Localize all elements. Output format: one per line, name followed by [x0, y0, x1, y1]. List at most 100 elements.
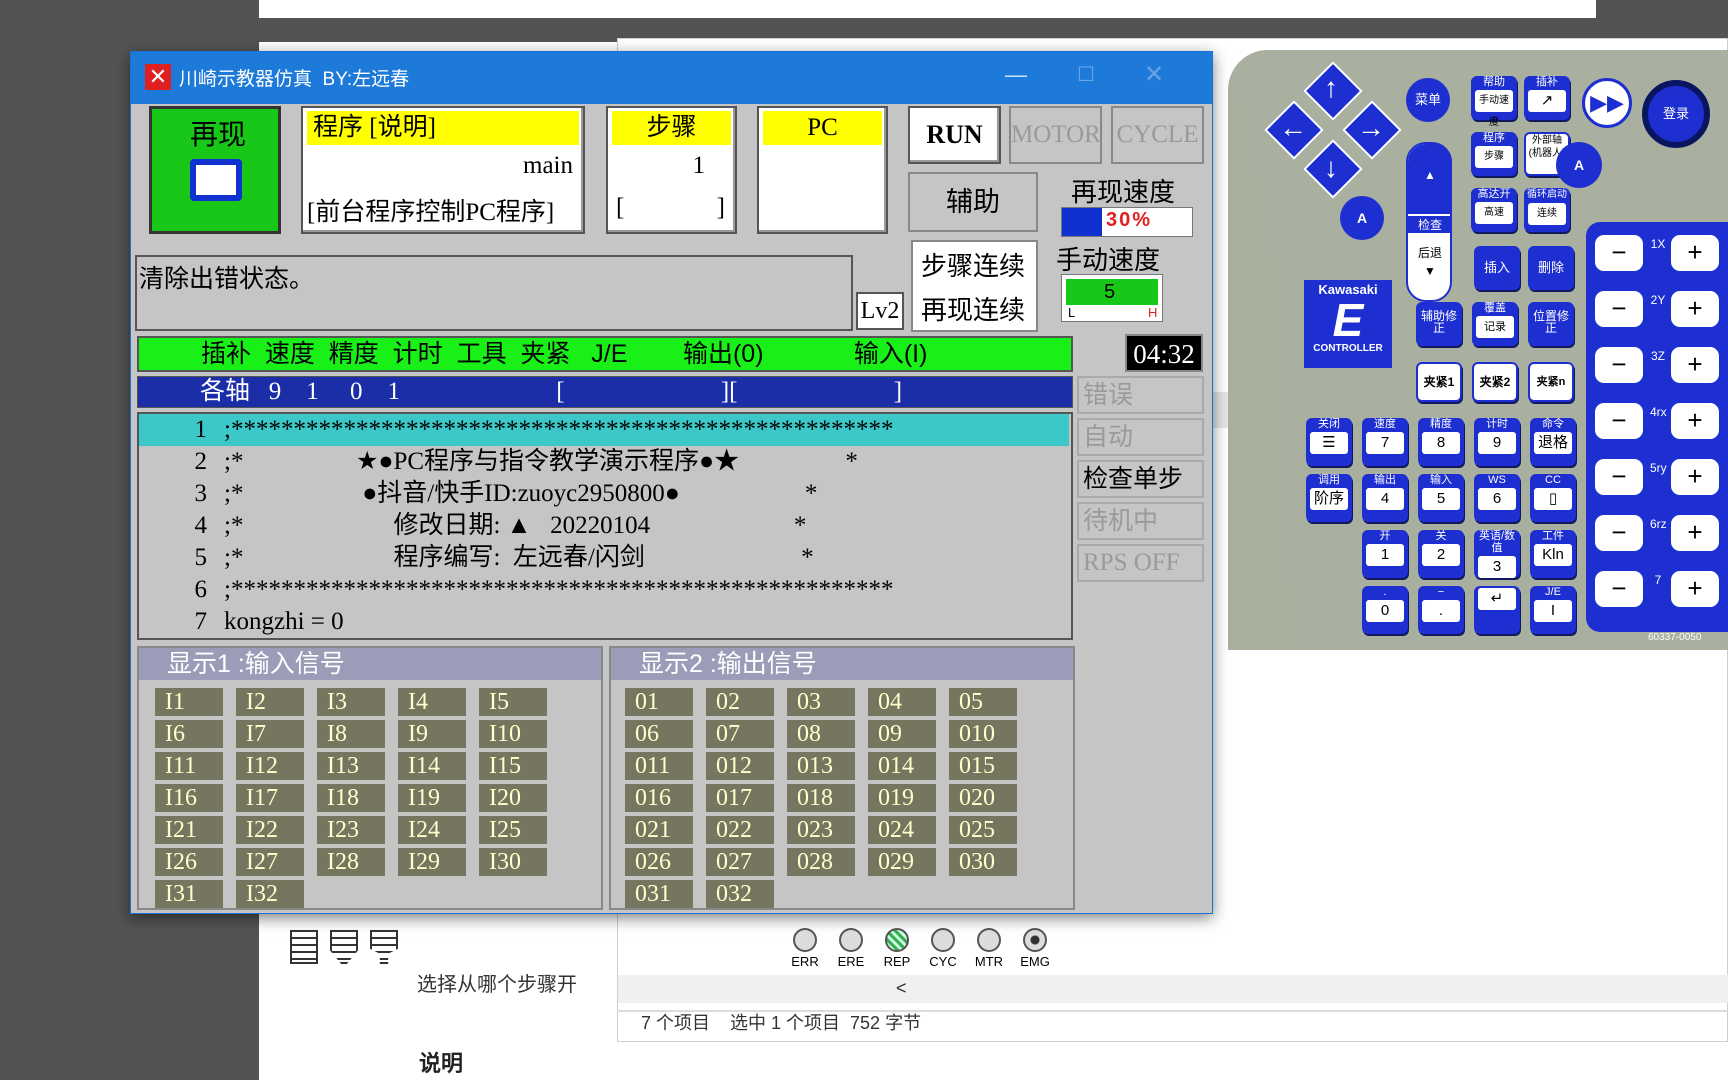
numpad-key-8[interactable]: WS 6 — [1474, 474, 1520, 522]
manual-speed-gauge[interactable]: 5 L H — [1061, 274, 1163, 322]
input-signal-3[interactable]: I3 — [317, 688, 385, 716]
axis-5-minus-button[interactable]: − — [1592, 456, 1646, 498]
output-signal-18[interactable]: 018 — [787, 784, 855, 812]
output-signal-8[interactable]: 08 — [787, 720, 855, 748]
input-signal-31[interactable]: I31 — [155, 880, 223, 908]
output-signal-32[interactable]: 032 — [706, 880, 774, 908]
explorer-scrollbar[interactable]: < — [618, 975, 1728, 1003]
output-signal-30[interactable]: 030 — [949, 848, 1017, 876]
program-step-button[interactable]: 程序 步骤 — [1471, 132, 1517, 176]
axis-2-minus-button[interactable]: − — [1592, 288, 1646, 330]
output-signal-10[interactable]: 010 — [949, 720, 1017, 748]
output-signal-13[interactable]: 013 — [787, 752, 855, 780]
delete-button[interactable]: 删除 — [1528, 246, 1574, 290]
output-signal-2[interactable]: 02 — [706, 688, 774, 716]
title-bar[interactable]: ✕ 川崎示教器仿真 BY:左远春 — ☐ ✕ — [131, 52, 1212, 104]
output-signal-23[interactable]: 023 — [787, 816, 855, 844]
status-standby[interactable]: 待机中 — [1077, 502, 1204, 540]
input-signal-13[interactable]: I13 — [317, 752, 385, 780]
input-signal-8[interactable]: I8 — [317, 720, 385, 748]
a-button-right[interactable]: A — [1556, 142, 1602, 188]
input-signal-30[interactable]: I30 — [479, 848, 547, 876]
continuous-mode-panel[interactable]: 步骤连续 再现连续 — [911, 240, 1038, 332]
run-button[interactable]: RUN — [908, 106, 1001, 164]
login-button[interactable]: 登录 — [1642, 80, 1710, 148]
output-signal-3[interactable]: 03 — [787, 688, 855, 716]
interpolation-button[interactable]: 插补 ↗ — [1524, 76, 1570, 120]
program-listing[interactable]: 1 ;**************************************… — [137, 412, 1073, 640]
forward-check-back-rocker[interactable]: 前进 ▲ 检查 后退 ▼ — [1406, 142, 1452, 302]
output-signal-28[interactable]: 028 — [787, 848, 855, 876]
status-error[interactable]: 错误 — [1077, 376, 1204, 414]
clamp-2-button[interactable]: 夹紧2 — [1472, 362, 1518, 402]
output-signal-6[interactable]: 06 — [625, 720, 693, 748]
input-signal-11[interactable]: I11 — [155, 752, 223, 780]
program-panel[interactable]: 程序 [说明] main [前台程序控制PC程序] — [301, 106, 585, 234]
input-signal-23[interactable]: I23 — [317, 816, 385, 844]
axis-1-plus-button[interactable]: + — [1668, 232, 1722, 274]
program-line-6[interactable]: 6 ;**************************************… — [139, 574, 1069, 606]
numpad-key-15[interactable]: −. — [1418, 586, 1464, 634]
axis-4-minus-button[interactable]: − — [1592, 400, 1646, 442]
menu-button[interactable]: 菜单 — [1406, 78, 1450, 122]
program-line-5[interactable]: 5 ;* 程序编写: 左远春/闪剑 * — [139, 542, 1069, 574]
overwrite-record-button[interactable]: 覆盖 记录 — [1472, 302, 1518, 346]
numpad-key-16[interactable]: ↵ — [1474, 586, 1520, 634]
output-signal-12[interactable]: 012 — [706, 752, 774, 780]
axis-3-minus-button[interactable]: − — [1592, 344, 1646, 386]
input-signal-4[interactable]: I4 — [398, 688, 466, 716]
program-line-4[interactable]: 4 ;* 修改日期: ▲ 20220104 * — [139, 510, 1069, 542]
insert-button[interactable]: 插入 — [1474, 246, 1520, 290]
replay-speed-gauge[interactable]: 30% — [1061, 207, 1193, 237]
input-signal-26[interactable]: I26 — [155, 848, 223, 876]
numpad-key-12[interactable]: 英语/数值 3 — [1474, 530, 1520, 578]
numpad-key-1[interactable]: 速度 7 — [1362, 418, 1408, 466]
output-signal-15[interactable]: 015 — [949, 752, 1017, 780]
status-check-single-step[interactable]: 检查单步 — [1077, 460, 1204, 498]
output-signal-20[interactable]: 020 — [949, 784, 1017, 812]
output-signal-1[interactable]: 01 — [625, 688, 693, 716]
input-signal-29[interactable]: I29 — [398, 848, 466, 876]
output-signal-11[interactable]: 011 — [625, 752, 693, 780]
axis-7-minus-button[interactable]: − — [1592, 568, 1646, 610]
axis-6-minus-button[interactable]: − — [1592, 512, 1646, 554]
output-signal-31[interactable]: 031 — [625, 880, 693, 908]
maximize-button[interactable]: ☐ — [1071, 62, 1101, 92]
scroll-left-arrow-icon[interactable]: < — [896, 978, 907, 999]
window-layout-icon[interactable] — [290, 930, 318, 964]
output-signal-24[interactable]: 024 — [868, 816, 936, 844]
numpad-key-3[interactable]: 计时 9 — [1474, 418, 1520, 466]
output-signal-22[interactable]: 022 — [706, 816, 774, 844]
input-signal-24[interactable]: I24 — [398, 816, 466, 844]
input-signal-19[interactable]: I19 — [398, 784, 466, 812]
output-signal-14[interactable]: 014 — [868, 752, 936, 780]
pc-panel[interactable]: PC — [757, 106, 888, 234]
position-correct-button[interactable]: 位置修正 — [1528, 302, 1574, 346]
numpad-key-17[interactable]: J/E I — [1530, 586, 1576, 634]
input-signal-14[interactable]: I14 — [398, 752, 466, 780]
program-line-7[interactable]: 7 kongzhi = 0 — [139, 606, 1069, 638]
output-signal-26[interactable]: 026 — [625, 848, 693, 876]
program-line-2[interactable]: 2 ;* ★●PC程序与指令教学演示程序●★ * — [139, 446, 1069, 478]
motor-button[interactable]: MOTOR — [1009, 106, 1102, 164]
numpad-key-2[interactable]: 精度 8 — [1418, 418, 1464, 466]
numpad-key-9[interactable]: CC ▯ — [1530, 474, 1576, 522]
input-signal-9[interactable]: I9 — [398, 720, 466, 748]
minimize-button[interactable]: — — [1001, 62, 1031, 92]
axis-3-plus-button[interactable]: + — [1668, 344, 1722, 386]
axis-2-plus-button[interactable]: + — [1668, 288, 1722, 330]
input-signal-20[interactable]: I20 — [479, 784, 547, 812]
clamp-1-button[interactable]: 夹紧1 — [1416, 362, 1462, 402]
program-line-1[interactable]: 1 ;**************************************… — [139, 414, 1069, 446]
input-signal-22[interactable]: I22 — [236, 816, 304, 844]
input-signal-28[interactable]: I28 — [317, 848, 385, 876]
status-rps-off[interactable]: RPS OFF — [1077, 544, 1204, 582]
output-signal-4[interactable]: 04 — [868, 688, 936, 716]
axis-6-plus-button[interactable]: + — [1668, 512, 1722, 554]
high-speed-button[interactable]: 高达开 高速 — [1471, 188, 1517, 232]
help-manual-speed-button[interactable]: 帮助 手动速度 — [1471, 76, 1517, 128]
assist-correct-button[interactable]: 辅助修正 — [1416, 302, 1462, 346]
output-signal-21[interactable]: 021 — [625, 816, 693, 844]
output-signal-25[interactable]: 025 — [949, 816, 1017, 844]
program-line-3[interactable]: 3 ;* ●抖音/快手ID:zuoyc2950800● * — [139, 478, 1069, 510]
